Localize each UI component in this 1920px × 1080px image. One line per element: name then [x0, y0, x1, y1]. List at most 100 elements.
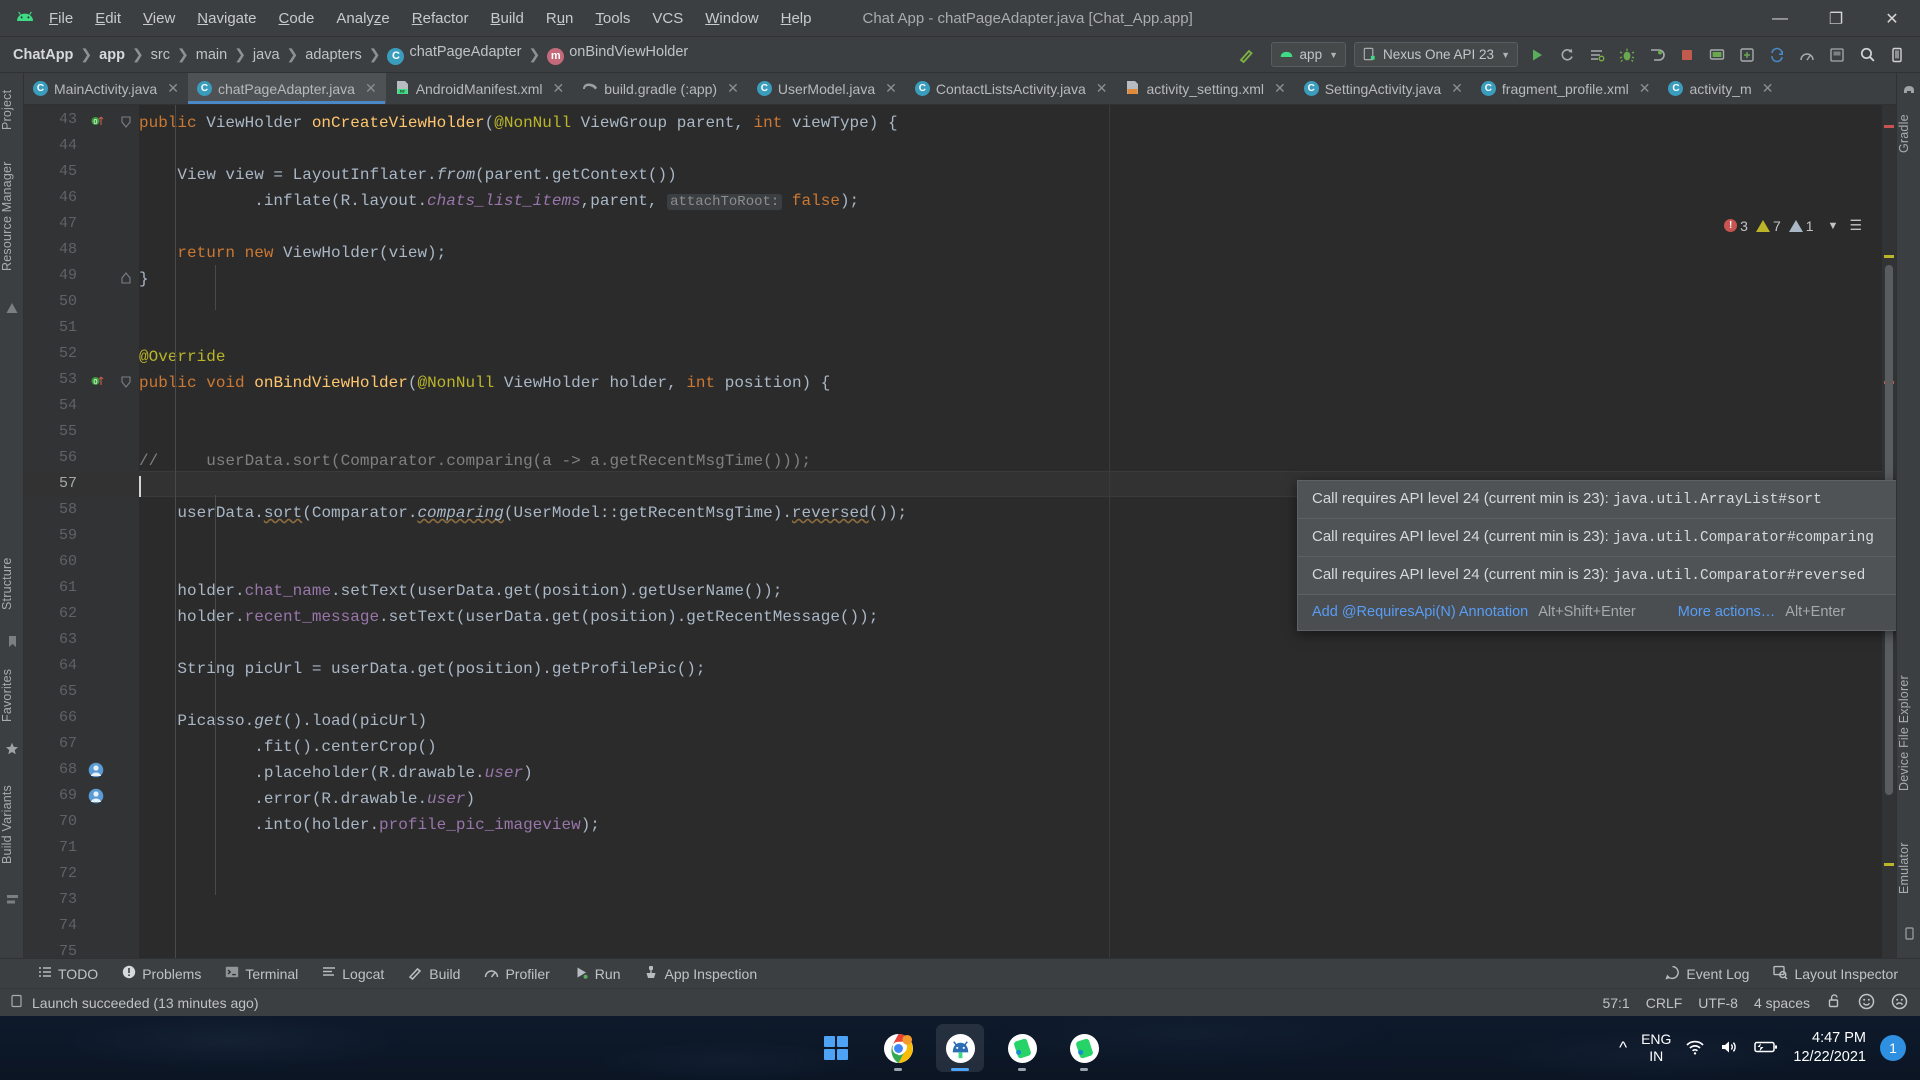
- add-requires-api-annotation-link[interactable]: Add @RequiresApi(N) Annotation: [1312, 604, 1528, 620]
- inspection-row[interactable]: Call requires API level 24 (current min …: [1298, 481, 1896, 518]
- close-icon[interactable]: ✕: [167, 80, 179, 97]
- file-encoding[interactable]: UTF-8: [1698, 995, 1738, 1011]
- line-number[interactable]: 55: [43, 423, 77, 440]
- sidebar-item-emulator[interactable]: Emulator: [1897, 825, 1920, 911]
- inspection-chevron-icon[interactable]: ▼: [1828, 220, 1839, 232]
- device-manager-icon[interactable]: [1883, 41, 1911, 69]
- menu-item-build[interactable]: Build: [479, 0, 534, 37]
- bottom-tool-todo[interactable]: TODO: [26, 959, 110, 989]
- line-number[interactable]: 53: [43, 371, 77, 388]
- breadcrumb-item-adapters[interactable]: adapters: [302, 45, 364, 65]
- line-number[interactable]: 57: [43, 475, 77, 492]
- editor-tab-settingactivity-java[interactable]: C SettingActivity.java ✕: [1295, 73, 1472, 104]
- start-button[interactable]: [812, 1024, 860, 1072]
- status-message[interactable]: Launch succeeded (13 minutes ago): [32, 995, 258, 1011]
- drawable-preview-gutter-icon[interactable]: [88, 788, 104, 804]
- line-number[interactable]: 45: [43, 163, 77, 180]
- breadcrumb-item-chatpageadapter[interactable]: CchatPageAdapter: [384, 42, 524, 67]
- caret-position[interactable]: 57:1: [1602, 995, 1629, 1011]
- inspection-row[interactable]: Call requires API level 24 (current min …: [1298, 518, 1896, 556]
- bottom-tool-profiler[interactable]: Profiler: [472, 959, 561, 989]
- code-fold-icon[interactable]: [120, 115, 136, 131]
- editor-tab-usermodel-java[interactable]: C UserModel.java ✕: [748, 73, 906, 104]
- inspection-row[interactable]: Call requires API level 24 (current min …: [1298, 556, 1896, 594]
- happy-face-icon[interactable]: [1858, 993, 1875, 1013]
- code-line[interactable]: return new ViewHolder(view);: [139, 240, 446, 266]
- menu-item-navigate[interactable]: Navigate: [186, 0, 267, 37]
- avd-manager-icon[interactable]: [1703, 41, 1731, 69]
- star-icon[interactable]: [4, 741, 20, 757]
- sidebar-item-structure[interactable]: Structure: [0, 548, 24, 620]
- close-icon[interactable]: ✕: [365, 80, 377, 97]
- notification-badge[interactable]: 1: [1880, 1035, 1906, 1061]
- breadcrumb-item-chatapp[interactable]: ChatApp: [10, 45, 76, 65]
- line-number[interactable]: 60: [43, 553, 77, 570]
- volume-icon[interactable]: [1719, 1038, 1739, 1059]
- code-line[interactable]: Picasso.get().load(picUrl): [139, 708, 427, 734]
- battery-charging-icon[interactable]: [1753, 1039, 1779, 1058]
- menu-item-refactor[interactable]: Refactor: [401, 0, 480, 37]
- editor-tab-activity-m[interactable]: Cactivity_m ✕: [1659, 73, 1782, 104]
- menu-item-window[interactable]: Window: [694, 0, 769, 37]
- bottom-tool-app-inspection[interactable]: App Inspection: [632, 959, 769, 989]
- line-number[interactable]: 50: [43, 293, 77, 310]
- inspection-popup[interactable]: Call requires API level 24 (current min …: [1297, 480, 1896, 631]
- breadcrumb-item-src[interactable]: src: [148, 45, 173, 65]
- editor-tab-activity-setting-xml[interactable]: activity_setting.xml ✕: [1116, 73, 1294, 104]
- breadcrumb-item-onbindviewholder[interactable]: m onBindViewHolder: [544, 42, 691, 67]
- module-selector[interactable]: app ▼: [1270, 42, 1346, 67]
- sidebar-item-favorites[interactable]: Favorites: [0, 657, 24, 733]
- layout-inspector-icon[interactable]: [1823, 41, 1851, 69]
- bottom-tool-layout-inspector[interactable]: Layout Inspector: [1761, 959, 1910, 989]
- line-number[interactable]: 54: [43, 397, 77, 414]
- close-icon[interactable]: ✕: [1274, 80, 1286, 97]
- wifi-icon[interactable]: [1685, 1038, 1705, 1059]
- breadcrumb-item-app[interactable]: app: [96, 45, 128, 65]
- line-number[interactable]: 49: [43, 267, 77, 284]
- search-icon[interactable]: [1853, 41, 1881, 69]
- stop-icon[interactable]: [1673, 41, 1701, 69]
- structure-marker-icon[interactable]: [4, 301, 20, 317]
- line-number[interactable]: 65: [43, 683, 77, 700]
- bottom-tool-terminal[interactable]: Terminal: [213, 959, 310, 989]
- editor-tab-androidmanifest-xml[interactable]: MF AndroidManifest.xml ✕: [386, 73, 574, 104]
- breadcrumb-item-main[interactable]: main: [193, 45, 230, 65]
- show-hidden-icons-chevron-icon[interactable]: ^: [1619, 1038, 1627, 1058]
- code-line[interactable]: .into(holder.profile_pic_imageview);: [139, 812, 600, 838]
- close-icon[interactable]: ✕: [885, 80, 897, 97]
- code-line[interactable]: userData.sort(Comparator.comparing(UserM…: [139, 500, 907, 526]
- build-variants-marker-icon[interactable]: [4, 891, 20, 907]
- breadcrumb-item-java[interactable]: java: [250, 45, 283, 65]
- line-number[interactable]: 61: [43, 579, 77, 596]
- bottom-tool-problems[interactable]: Problems: [110, 959, 213, 989]
- sidebar-item-gradle[interactable]: Gradle: [1897, 103, 1920, 165]
- line-number[interactable]: 52: [43, 345, 77, 362]
- minimize-button[interactable]: —: [1752, 0, 1808, 37]
- line-number[interactable]: 62: [43, 605, 77, 622]
- close-icon[interactable]: ✕: [1762, 80, 1774, 97]
- menu-item-run[interactable]: Run: [535, 0, 585, 37]
- line-number[interactable]: 43: [43, 111, 77, 128]
- attach-debugger-icon[interactable]: [1643, 41, 1671, 69]
- line-number[interactable]: 69: [43, 787, 77, 804]
- profiler-icon[interactable]: [1793, 41, 1821, 69]
- menu-item-help[interactable]: Help: [770, 0, 823, 37]
- debug-icon[interactable]: [1613, 41, 1641, 69]
- code-line[interactable]: .error(R.drawable.user): [139, 786, 475, 812]
- language-indicator[interactable]: ENG IN: [1641, 1031, 1671, 1066]
- chrome-icon[interactable]: [874, 1024, 922, 1072]
- menu-item-edit[interactable]: Edit: [84, 0, 132, 37]
- editor-gutter[interactable]: 43 O 44 45 46 47 48 49 50 51 52 53 O 54 55 56 57 58 59 60 61…: [24, 105, 139, 958]
- menu-item-analyze[interactable]: Analyze: [325, 0, 400, 37]
- code-line[interactable]: String picUrl = userData.get(position).g…: [139, 656, 705, 682]
- sdk-manager-icon[interactable]: [1733, 41, 1761, 69]
- line-number[interactable]: 48: [43, 241, 77, 258]
- code-line[interactable]: }: [139, 266, 149, 292]
- implements-method-gutter-icon[interactable]: O: [90, 113, 106, 129]
- android-studio-icon[interactable]: [936, 1024, 984, 1072]
- indent-setting[interactable]: 4 spaces: [1754, 995, 1810, 1011]
- bottom-tool-event-log[interactable]: Event Log: [1653, 959, 1761, 989]
- more-actions-link[interactable]: More actions…: [1678, 604, 1776, 620]
- close-icon[interactable]: ✕: [1451, 80, 1463, 97]
- sidebar-item-resource-manager[interactable]: Resource Manager: [0, 151, 24, 281]
